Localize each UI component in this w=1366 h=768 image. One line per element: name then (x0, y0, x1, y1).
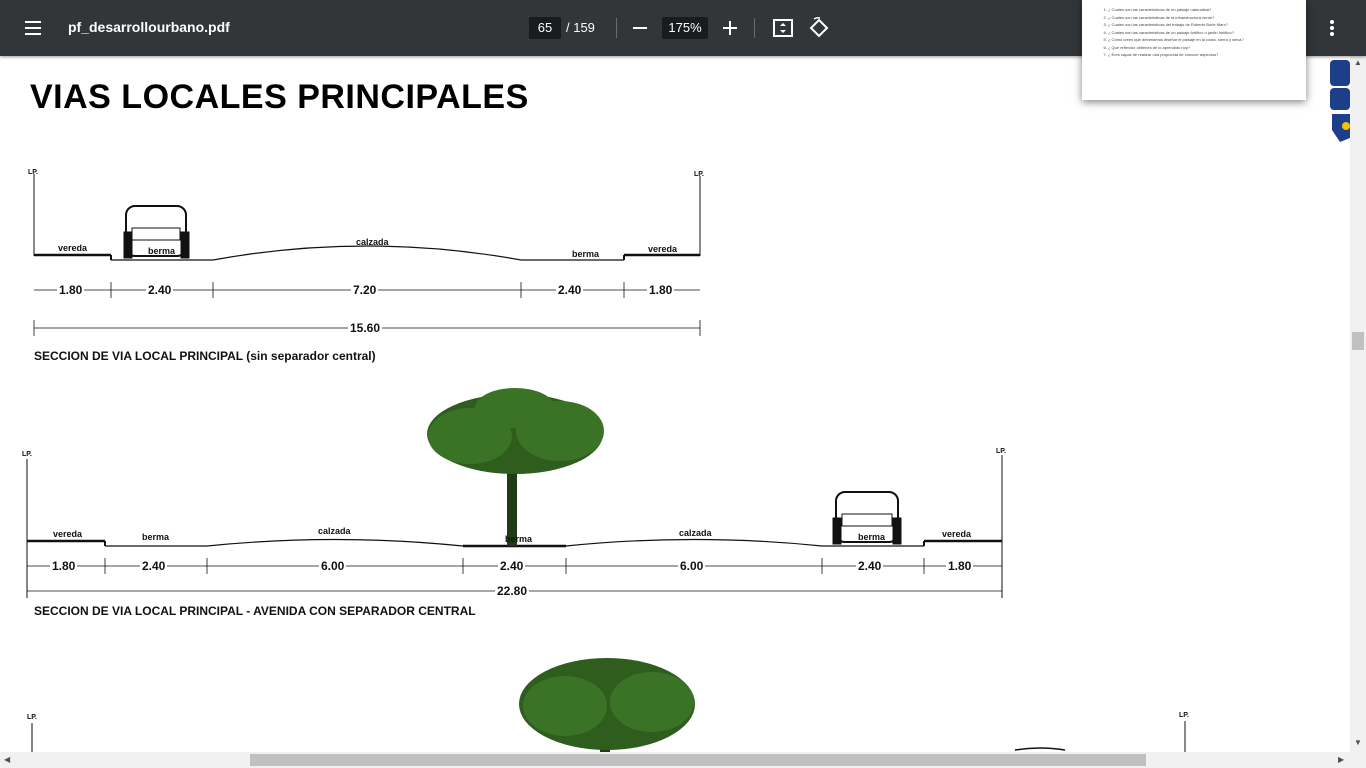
hamburger-icon-line (25, 27, 41, 29)
section1-dim: 1.80 (647, 283, 675, 297)
scroll-left-icon[interactable]: ◀ (4, 755, 10, 764)
page-total: / 159 (566, 20, 595, 35)
fit-page-icon (773, 19, 793, 37)
section2-label-berma: berma (505, 534, 533, 544)
page-edge-graphic (1330, 60, 1350, 142)
section2-dim: 2.40 (140, 559, 168, 573)
toolbar-divider (754, 18, 755, 38)
section1-label-berma: berma (148, 246, 176, 256)
section1-label-calzada: calzada (356, 237, 389, 247)
section1-label-vereda: vereda (58, 243, 88, 253)
section2-label-calzada: calzada (679, 528, 712, 538)
fit-page-button[interactable] (769, 14, 797, 42)
lp-marker: LP. (27, 714, 37, 721)
minus-icon (633, 27, 647, 29)
rotate-icon (809, 17, 829, 38)
section2-total: 22.80 (495, 584, 530, 598)
section2-caption: SECCION DE VIA LOCAL PRINCIPAL - AVENIDA… (34, 604, 476, 618)
vertical-scroll-thumb[interactable] (1352, 332, 1364, 350)
section2-dim: 1.80 (50, 559, 78, 573)
thumbnail-list-item: ¿ Eres capaz de realizar una propuesta d… (1108, 51, 1306, 59)
thumbnail-list-item: ¿ Cuales son las caracteristicas de un p… (1108, 6, 1306, 14)
vertical-scrollbar[interactable] (1350, 56, 1366, 752)
horizontal-scroll-thumb[interactable] (250, 754, 1146, 766)
section1-dim: 2.40 (146, 283, 174, 297)
page-thumbnail-preview[interactable]: ¿ Cuales son las caracteristicas de un p… (1082, 0, 1306, 100)
hamburger-icon-line (25, 33, 41, 35)
section1-dim: 7.20 (351, 283, 379, 297)
section2-dim: 6.00 (319, 559, 347, 573)
zoom-in-button[interactable] (716, 14, 744, 42)
section1-label-vereda: vereda (648, 244, 678, 254)
section2-label-calzada: calzada (318, 526, 351, 536)
section2-dim: 6.00 (678, 559, 706, 573)
pdf-page-view[interactable]: VIAS LOCALES PRINCIPALES LP. LP. vereda … (0, 56, 1350, 752)
section1-caption: SECCION DE VIA LOCAL PRINCIPAL (sin sepa… (34, 349, 376, 363)
section2-label-berma: berma (142, 532, 170, 542)
scroll-down-icon[interactable]: ▼ (1354, 738, 1362, 747)
lp-marker: LP. (694, 171, 704, 178)
section2-dim: 2.40 (498, 559, 526, 573)
hamburger-icon (25, 21, 41, 23)
zoom-level-input[interactable]: 175% (662, 17, 708, 39)
section2-label-vereda: vereda (942, 529, 972, 539)
road-section-drawings (26, 174, 1186, 752)
toolbar-divider (616, 18, 617, 38)
section2-dim: 1.80 (946, 559, 974, 573)
section1-label-berma: berma (572, 249, 600, 259)
scroll-up-icon[interactable]: ▲ (1354, 58, 1362, 67)
thumbnail-list-item: ¿ Cuales son las caracteristicas de un p… (1108, 29, 1306, 37)
file-name: pf_desarrollourbano.pdf (68, 19, 230, 35)
lp-marker: LP. (28, 169, 38, 176)
lp-marker: LP. (1179, 712, 1189, 719)
rotate-button[interactable] (805, 14, 833, 42)
thumbnail-list-item: ¿ Cómo crees que deberiamos diseñar el p… (1108, 36, 1306, 44)
lp-marker: LP. (996, 448, 1006, 455)
zoom-out-button[interactable] (626, 14, 654, 42)
more-vert-icon (1330, 20, 1334, 36)
section2-dim: 2.40 (856, 559, 884, 573)
hamburger-menu-button[interactable] (20, 16, 48, 40)
thumbnail-question-list: ¿ Cuales son las caracteristicas de un p… (1082, 6, 1306, 59)
section2-label-vereda: vereda (53, 529, 83, 539)
lp-marker: LP. (22, 451, 32, 458)
thumbnail-list-item: ¿ Cuales son las caracteristicas de la i… (1108, 14, 1306, 22)
more-options-button[interactable] (1318, 14, 1346, 42)
section2-label-berma: berma (858, 532, 886, 542)
section1-dim: 2.40 (556, 283, 584, 297)
thumbnail-list-item: ¿ Cuales son las caracteristicas del tra… (1108, 21, 1306, 29)
page-number-input[interactable]: 65 (529, 17, 561, 39)
section1-dim: 1.80 (57, 283, 85, 297)
plus-icon (723, 21, 737, 35)
scroll-right-icon[interactable]: ▶ (1338, 755, 1344, 764)
thumbnail-list-item: ¿ Que reflexión obtienes de lo aprendido… (1108, 44, 1306, 52)
section1-total: 15.60 (348, 321, 383, 335)
